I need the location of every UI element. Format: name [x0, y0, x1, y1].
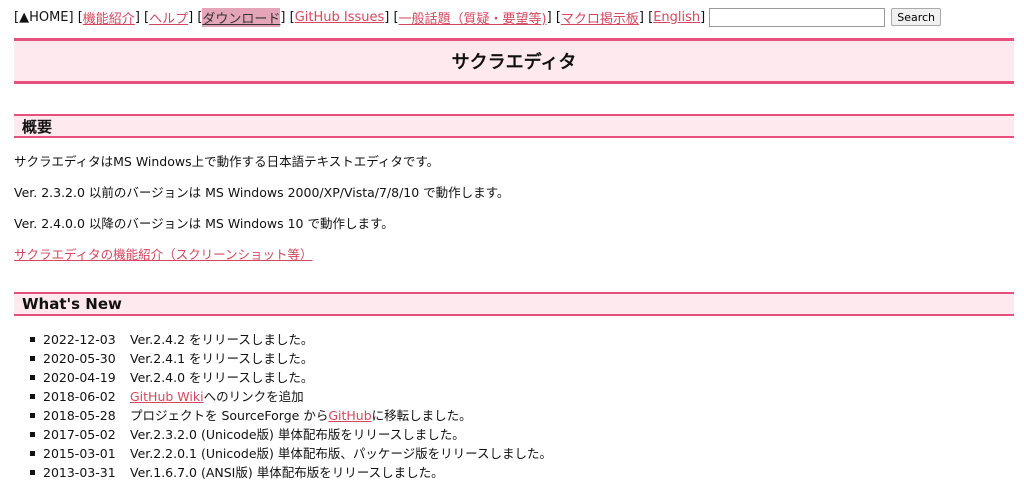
- overview-paragraph-2: Ver. 2.3.2.0 以前のバージョンは MS Windows 2000/X…: [14, 185, 510, 200]
- overview-link-container: サクラエディタの機能紹介（スクリーンショット等）: [14, 244, 313, 263]
- news-item: 2013-03-31 Ver.1.6.7.0 (ANSI版) 単体配布版をリリース…: [30, 463, 552, 482]
- news-item: 2018-05-28 プロジェクトを SourceForge から GitHub …: [30, 406, 552, 425]
- page-title-bar: サクラエディタ: [14, 38, 1014, 84]
- nav-bracket: ] [: [188, 9, 203, 25]
- news-date: 2022-12-03: [43, 332, 116, 347]
- bullet-icon: [30, 413, 35, 418]
- bullet-icon: [30, 432, 35, 437]
- whats-new-list: 2022-12-03 Ver.2.4.2 をリリースしました。 2020-05-3…: [30, 330, 552, 482]
- news-text: Ver.2.2.0.1 (Unicode版) 単体配布版、パッケージ版をリリース…: [130, 446, 552, 461]
- nav-download-link[interactable]: ダウンロード: [202, 7, 281, 27]
- bullet-icon: [30, 356, 35, 361]
- news-text: に移転しました。: [371, 408, 472, 423]
- overview-heading: 概要: [22, 117, 53, 136]
- nav-general-topics-link[interactable]: 一般話題（質疑・要望等): [399, 8, 547, 27]
- overview-paragraph-1: サクラエディタはMS Windows上で動作する日本語テキストエディタです。: [14, 154, 440, 169]
- bullet-icon: [30, 375, 35, 380]
- news-date: 2017-05-02: [43, 427, 116, 442]
- nav-bracket: ] [: [638, 9, 654, 25]
- overview-paragraph-3: Ver. 2.4.0.0 以降のバージョンは MS Windows 10 で動作…: [14, 216, 394, 231]
- news-text: Ver.1.6.7.0 (ANSI版) 単体配布版をリリースしました。: [130, 465, 444, 480]
- news-item: 2018-06-02 GitHub Wiki へのリンクを追加: [30, 387, 552, 406]
- nav-features-link[interactable]: 機能紹介: [83, 8, 135, 27]
- news-text: Ver.2.3.2.0 (Unicode版) 単体配布版をリリースしました。: [130, 427, 465, 442]
- nav-bracket: ] [: [280, 9, 295, 25]
- news-item: 2017-05-02 Ver.2.3.2.0 (Unicode版) 単体配布版をリ…: [30, 425, 552, 444]
- top-nav: [▲HOME] [機能紹介] [ヘルプ] [ダウンロード] [GitHub Is…: [14, 6, 942, 28]
- search-input[interactable]: [709, 7, 886, 27]
- news-date: 2013-03-31: [43, 465, 116, 480]
- news-text: Ver.2.4.0 をリリースしました。: [130, 370, 314, 385]
- news-item: 2022-12-03 Ver.2.4.2 をリリースしました。: [30, 330, 552, 349]
- features-screenshot-link[interactable]: サクラエディタの機能紹介（スクリーンショット等）: [14, 247, 313, 262]
- nav-macro-board-link[interactable]: マクロ掲示板: [561, 8, 639, 27]
- nav-help-link[interactable]: ヘルプ: [149, 8, 188, 27]
- news-date: 2018-05-28: [43, 408, 116, 423]
- news-date: 2020-04-19: [43, 370, 116, 385]
- nav-bracket: ]: [700, 9, 706, 25]
- news-item: 2015-03-01 Ver.2.2.0.1 (Unicode版) 単体配布版、パ…: [30, 444, 552, 463]
- news-date: 2020-05-30: [43, 351, 116, 366]
- nav-bracket: ] [: [384, 9, 399, 25]
- nav-english-link[interactable]: English: [653, 10, 700, 25]
- github-wiki-link[interactable]: GitHub Wiki: [130, 387, 204, 406]
- bullet-icon: [30, 451, 35, 456]
- bullet-icon: [30, 337, 35, 342]
- news-text: へのリンクを追加: [203, 389, 304, 404]
- nav-bracket: ] [: [546, 9, 561, 25]
- nav-bracket: ] [: [68, 9, 83, 25]
- nav-home-link[interactable]: ▲HOME: [19, 10, 68, 25]
- news-text: Ver.2.4.1 をリリースしました。: [130, 351, 314, 366]
- news-date: 2018-06-02: [43, 389, 116, 404]
- nav-bracket: ] [: [134, 9, 150, 25]
- news-text: Ver.2.4.2 をリリースしました。: [130, 332, 314, 347]
- page-title: サクラエディタ: [451, 52, 577, 73]
- whats-new-heading-bar: What's New: [14, 292, 1014, 316]
- news-date: 2015-03-01: [43, 446, 116, 461]
- overview-heading-bar: 概要: [14, 114, 1014, 138]
- bullet-icon: [30, 394, 35, 399]
- bullet-icon: [30, 470, 35, 475]
- github-link[interactable]: GitHub: [328, 406, 371, 425]
- search-button[interactable]: Search: [891, 8, 942, 26]
- news-item: 2020-04-19 Ver.2.4.0 をリリースしました。: [30, 368, 552, 387]
- news-text: プロジェクトを SourceForge から: [130, 408, 329, 423]
- nav-github-issues-link[interactable]: GitHub Issues: [295, 10, 385, 25]
- whats-new-heading: What's New: [22, 295, 122, 313]
- news-item: 2020-05-30 Ver.2.4.1 をリリースしました。: [30, 349, 552, 368]
